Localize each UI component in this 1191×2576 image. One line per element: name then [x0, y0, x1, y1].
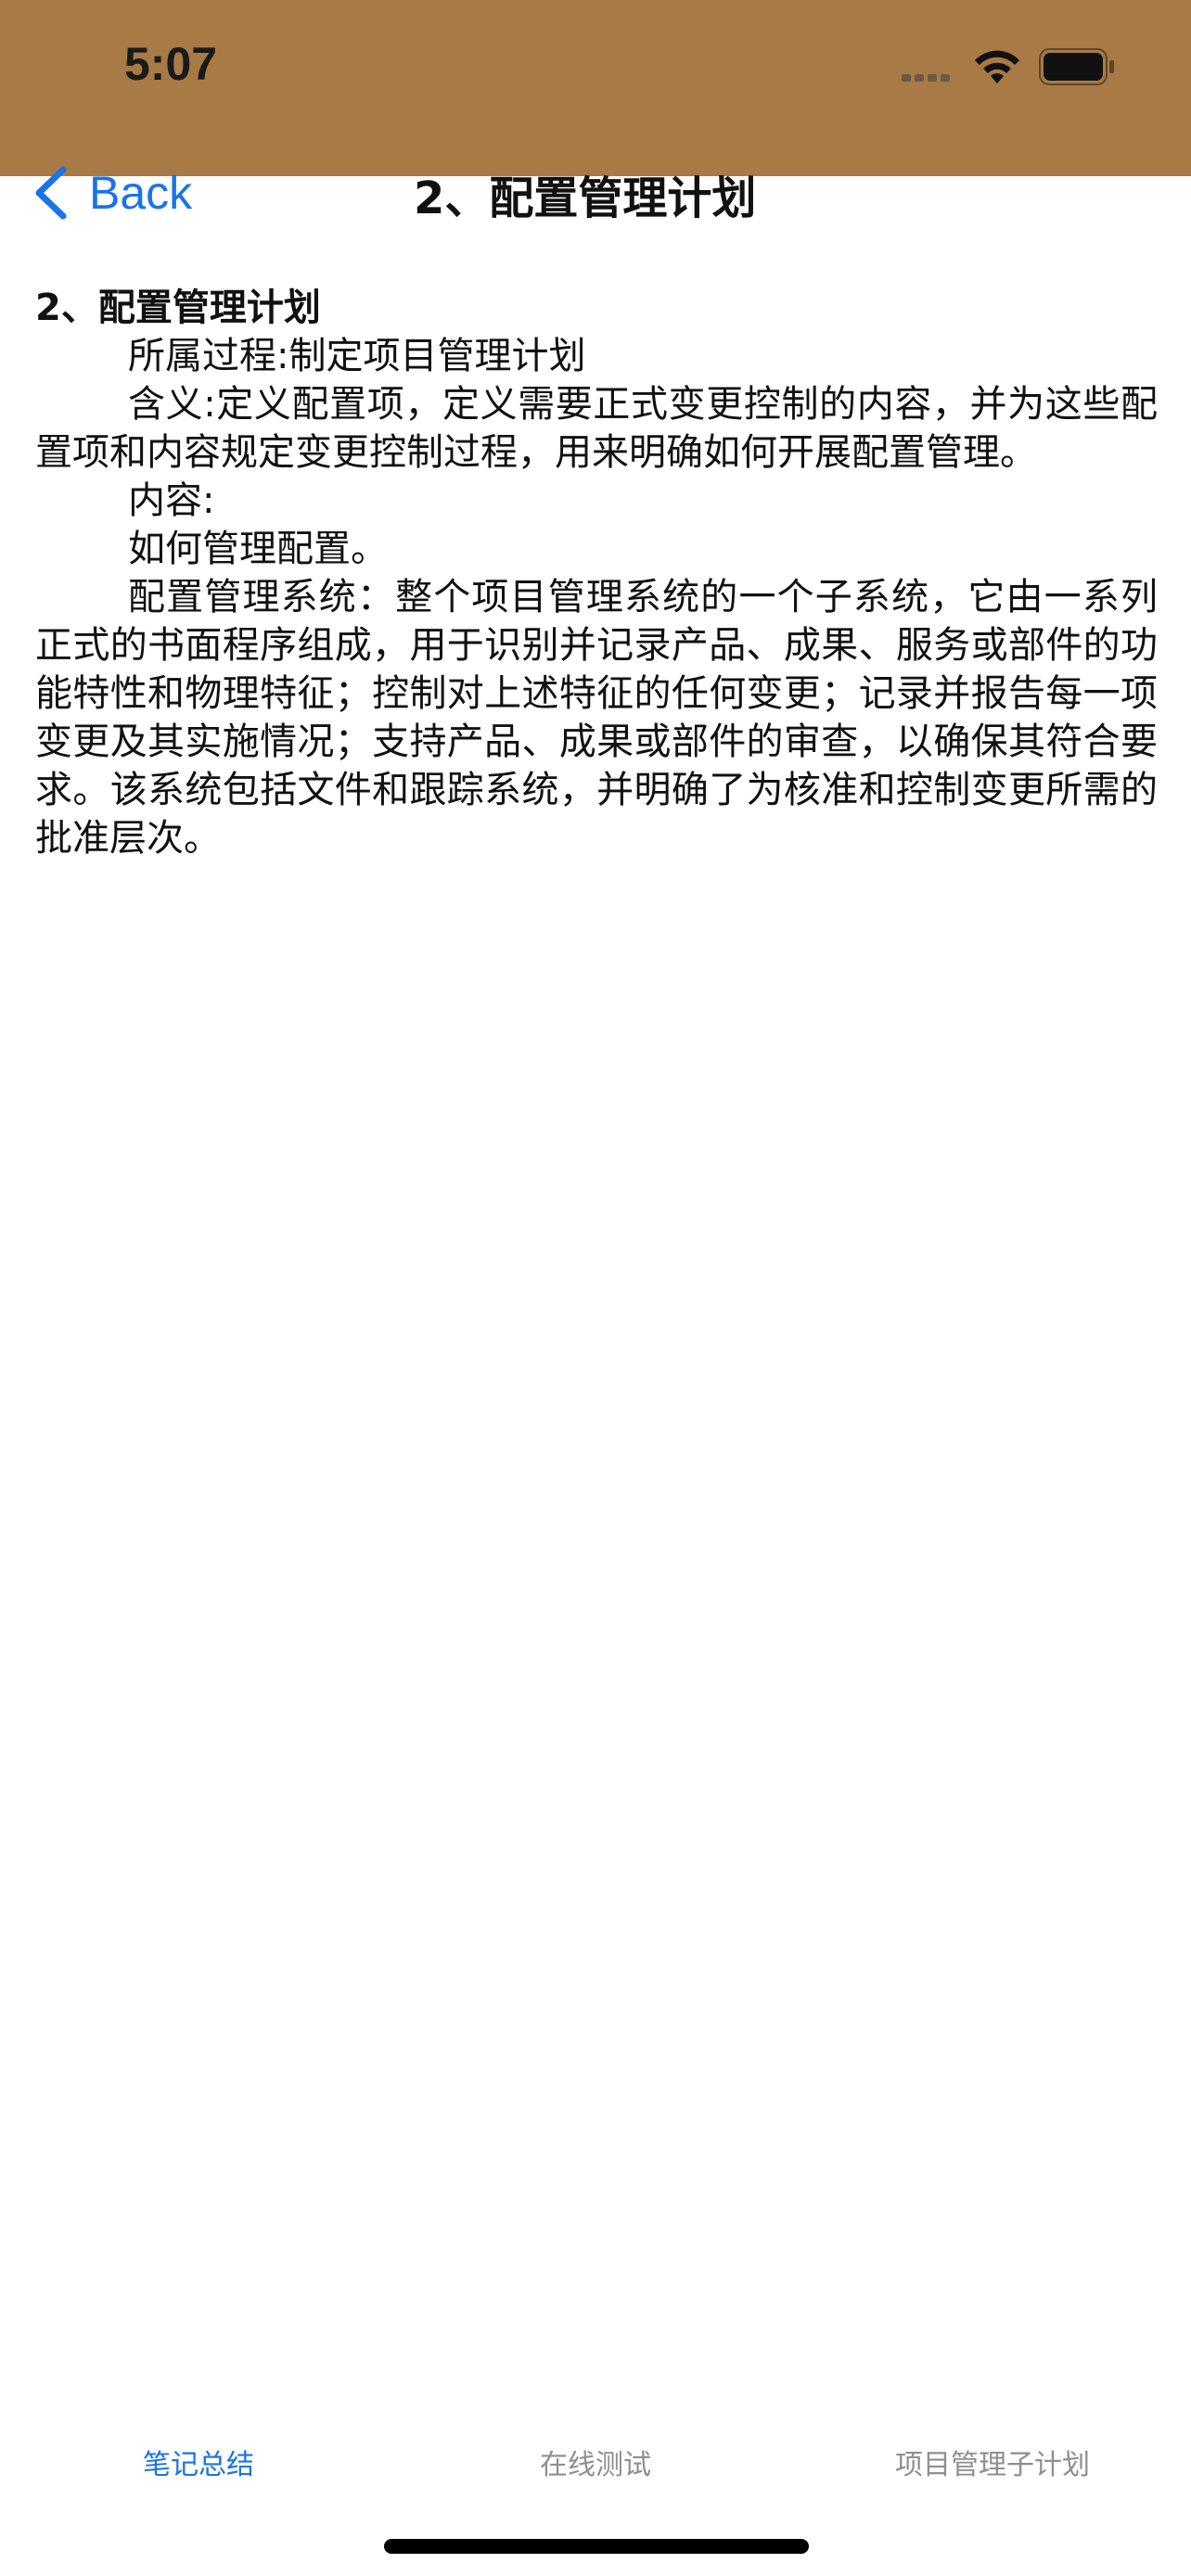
- back-button[interactable]: Back: [33, 163, 192, 223]
- article-content: 2、配置管理计划 所属过程:制定项目管理计划 含义:定义配置项，定义需要正式变更…: [35, 284, 1158, 862]
- tab-subsidiary-plans[interactable]: 项目管理子计划: [794, 2420, 1191, 2504]
- navigation-bar: Back 2、配置管理计划: [0, 158, 1191, 228]
- cellular-signal-icon: [902, 74, 957, 83]
- app-screen: 5:07 Back 2、配置管理计划 2、配置管理计划 所属过程:制定项目管理计…: [0, 0, 1191, 2576]
- wifi-icon: [975, 50, 1019, 83]
- tab-online-test[interactable]: 在线测试: [397, 2420, 794, 2504]
- status-time: 5:07: [124, 38, 218, 90]
- article-paragraph: 如何管理配置。: [128, 528, 388, 570]
- battery-icon: [1039, 48, 1114, 85]
- status-bar: 5:07: [0, 0, 1191, 176]
- back-button-label: Back: [89, 167, 193, 219]
- article-paragraph: 内容:: [128, 479, 215, 522]
- chevron-left-icon: [35, 166, 67, 220]
- article-paragraph: 配置管理系统：整个项目管理系统的一个子系统，它由一系列正式的书面程序组成，用于识…: [35, 576, 1158, 860]
- tab-bar: 笔记总结 在线测试 项目管理子计划: [0, 2420, 1191, 2504]
- page-title: 2、配置管理计划: [414, 172, 757, 224]
- article-paragraph: 所属过程:制定项目管理计划: [128, 335, 586, 377]
- article-paragraph: 含义:定义配置项，定义需要正式变更控制的内容，并为这些配置项和内容规定变更控制过…: [35, 383, 1158, 474]
- article-heading: 2、配置管理计划: [35, 287, 321, 329]
- tab-notes-summary[interactable]: 笔记总结: [0, 2420, 397, 2504]
- home-indicator: [384, 2539, 809, 2554]
